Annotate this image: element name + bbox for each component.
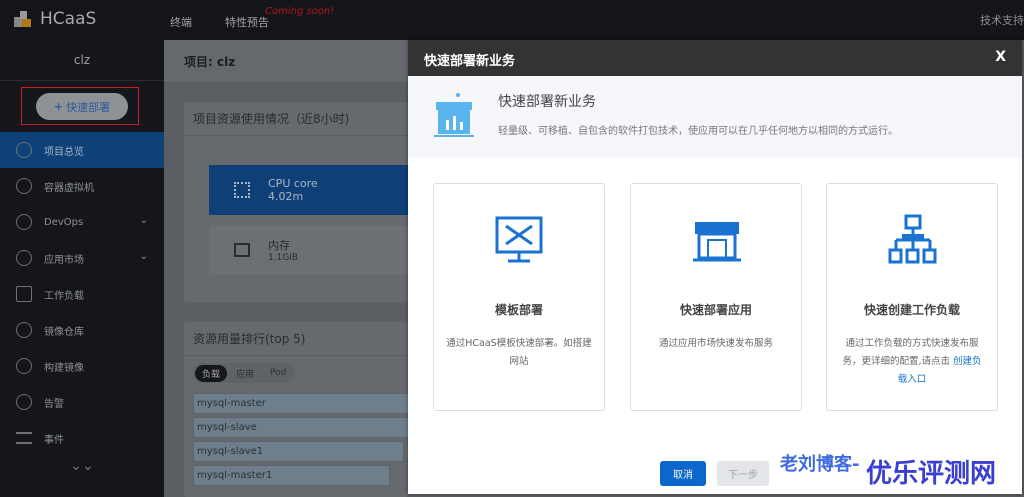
sidebar-item-alerts[interactable]: 告警 [0,384,164,420]
ranking-tabs: 负载 应用 Pod [193,363,296,383]
tab-pod[interactable]: Pod [263,366,293,380]
banner-description: 轻量级、可移植、自包含的软件打包技术，使应用可以在几乎任何地方以相同的方式运行。 [498,126,898,137]
memory-value: 1.1GiB [268,253,298,263]
label: 项目总览 [44,146,84,158]
logo[interactable]: HCaaS [14,9,96,29]
label: 工作负载 [44,290,84,302]
close-button[interactable]: X [995,49,1006,65]
modal-title: 快速部署新业务 [424,54,516,69]
sidebar-item-vm[interactable]: 容器虚拟机 [0,168,164,204]
usage-panel: 项目资源使用情况（近8小时) CPU core 4.02m 内存 1.1GiB [184,102,409,302]
brand-name: HCaaS [40,9,97,29]
watermark: 老刘博客- [780,454,860,475]
monitor-network-icon [495,216,543,263]
memory-card[interactable]: 内存 1.1GiB [209,225,409,275]
tab-app[interactable]: 应用 [229,365,261,382]
modal-header: 快速部署新业务 X [408,40,1022,76]
sidebar-item-events[interactable]: 事件 [0,420,164,456]
quick-deploy-highlight: + 快速部署 [21,87,139,125]
card-title: 快速创建工作负载 [863,303,960,317]
sliders-icon [16,286,32,302]
table-row: mysql-master1 [193,465,390,486]
table-row: mysql-slave1 [193,441,404,462]
cpu-label: CPU core [268,177,318,190]
label: 构建镜像 [44,362,84,374]
quick-deploy-modal: 快速部署新业务 X 快速部署新业务 轻量级、可移植、自包含的软件打包技术，使应用可… [408,40,1022,494]
label: DevOps [44,216,84,228]
quick-deploy-button[interactable]: + 快速部署 [36,93,128,120]
ranking-panel: 资源用量排行(top 5) 负载 应用 Pod mysql-master mys… [184,322,413,497]
sidebar-item-overview[interactable]: 项目总览 [0,132,164,168]
tab-workload[interactable]: 负载 [195,364,228,382]
cloud-icon [16,178,32,194]
dashboard-icon [16,142,32,158]
list-icon [16,432,32,444]
label: 容器虚拟机 [44,182,94,194]
template-deploy-card[interactable]: 模板部署 通过HCaaS模板快速部署。如搭建网站 [433,183,605,411]
label: 告警 [44,398,64,410]
card-title: 快速部署应用 [679,303,752,317]
modal-banner: 快速部署新业务 轻量级、可移植、自包含的软件打包技术，使应用可以在几乎任何地方以… [408,76,1022,158]
store-icon [434,93,474,137]
chevron-down-icon: ⌄ [139,251,148,262]
circles-icon [16,322,32,338]
sidebar-menu: 项目总览 容器虚拟机 DevOps ⌄ 应用市场 ⌄ 工作负载 镜像仓库 构建镜像 … [0,132,164,474]
nav-terminal[interactable]: 终端 [170,14,192,30]
store-icon [693,222,741,262]
cpu-card[interactable]: CPU core 4.02m [209,165,409,215]
usage-title: 项目资源使用情况（近8小时) [184,102,408,136]
nav-support[interactable]: 技术支持 [980,12,1024,28]
plus-icon: + [53,100,64,113]
card-description: 通过HCaaS模板快速部署。如搭建网站 [446,338,592,367]
sidebar-item-workload[interactable]: 工作负载 [0,276,164,312]
table-row: mysql-slave [193,417,413,438]
cancel-button[interactable]: 取消 [660,461,706,486]
sidebar-item-registry[interactable]: 镜像仓库 [0,312,164,348]
table-row: mysql-master [193,393,413,414]
build-icon [16,358,32,374]
cube-icon [16,214,32,230]
logo-icon [14,9,32,29]
coming-soon-label: Coming soon! [265,6,335,17]
cpu-value: 4.02m [268,190,304,203]
page-title: 项目: clz [164,40,408,82]
quick-deploy-app-card[interactable]: 快速部署应用 通过应用市场快速发布服务 [630,183,802,411]
sidebar-item-build-image[interactable]: 构建镜像 [0,348,164,384]
cube-icon [16,250,32,266]
quick-create-workload-card[interactable]: 快速创建工作负载 通过工作负载的方式快速发布服务，更详细的配置,请点击 创建负载… [826,183,998,411]
hierarchy-icon [888,214,937,264]
sidebar: clz + 快速部署 项目总览 容器虚拟机 DevOps ⌄ 应用市场 ⌄ 工作负载 … [0,40,164,497]
memory-label: 内存 [268,239,290,252]
next-step-button[interactable]: 下一步 [717,461,769,486]
sidebar-item-devops[interactable]: DevOps ⌄ [0,204,164,240]
chevron-down-icon: ⌄ [139,215,148,226]
banner-title: 快速部署新业务 [498,94,596,110]
card-description: 通过应用市场快速发布服务 [658,338,773,349]
top-bar: HCaaS 终端 特性预告 Coming soon! 技术支持 [0,0,1024,40]
quick-deploy-label: 快速部署 [66,100,111,114]
label: 镜像仓库 [44,326,84,338]
card-title: 模板部署 [494,303,543,317]
label: 应用市场 [44,254,84,266]
lightning-icon [16,394,32,410]
sidebar-item-app-market[interactable]: 应用市场 ⌄ [0,240,164,276]
project-name: clz [0,40,164,81]
cpu-icon [234,182,250,198]
card-description: 通过工作负载的方式快速发布服务，更详细的配置,请点击 创建负载入口 [839,335,985,389]
memory-icon [234,243,250,257]
ranking-title: 资源用量排行(top 5) [184,322,408,356]
label: 事件 [44,434,64,446]
nav-feature-preview[interactable]: 特性预告 [225,14,269,30]
watermark: 优乐评测网 [866,459,997,489]
double-chevron-down-icon[interactable]: ⌄⌄ [0,458,164,474]
